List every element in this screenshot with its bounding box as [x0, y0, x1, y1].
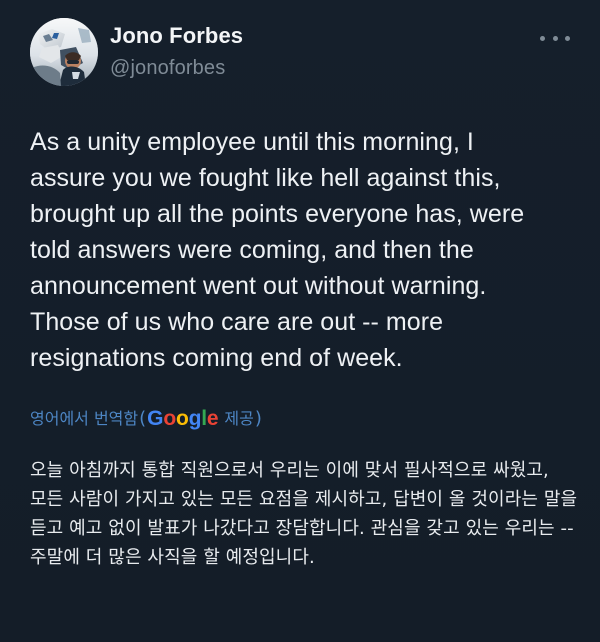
google-letter-o2: o [175, 407, 189, 430]
translation-attribution[interactable]: 영어에서 번역함 ( G o o g l e 제공 ) [30, 404, 263, 434]
tweet-card: Jono Forbes @jonoforbes As a unity emplo… [0, 0, 600, 642]
google-letter-e: e [206, 407, 219, 430]
more-dot-icon [565, 35, 570, 41]
tweet-text: As a unity employee until this morning, … [30, 128, 525, 372]
handle[interactable]: @jonoforbes [110, 56, 243, 80]
more-icon[interactable] [540, 28, 570, 48]
translation-open-paren: ( [139, 408, 147, 429]
more-dot-icon [552, 35, 558, 41]
translation-provider-label: 제공 [224, 409, 254, 428]
translation-close-paren: ) [254, 408, 262, 429]
avatar[interactable] [30, 18, 98, 86]
google-letter-g: G [147, 407, 164, 430]
google-letter-o1: o [163, 407, 176, 430]
tweet-header: Jono Forbes @jonoforbes [30, 14, 570, 92]
more-dot-icon [540, 35, 545, 41]
translated-text: 오늘 아침까지 통합 직원으로서 우리는 이에 맞서 필사적으로 싸웠고, 모든… [30, 460, 578, 568]
google-logo: G o o g l e [147, 407, 219, 430]
display-name[interactable]: Jono Forbes [110, 23, 243, 49]
translation-label: 영어에서 번역함 [30, 409, 139, 428]
google-letter-g2: g [188, 407, 202, 430]
profile-avatar-icon [30, 18, 98, 86]
author-info: Jono Forbes @jonoforbes [110, 23, 243, 80]
